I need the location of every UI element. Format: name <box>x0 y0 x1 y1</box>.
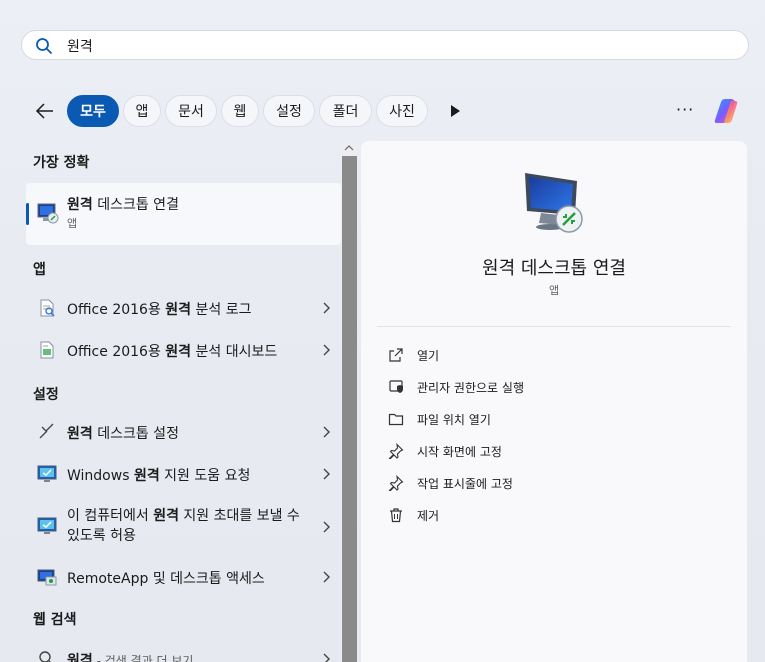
action-label: 관리자 권한으로 실행 <box>417 381 524 395</box>
remote-desktop-icon <box>37 203 59 224</box>
apps-heading: 앱 <box>33 262 46 278</box>
action-pin-to-start[interactable]: 시작 화면에 고정 <box>377 436 731 466</box>
list-item[interactable]: Windows 원격 지원 도움 요청 <box>26 457 341 491</box>
list-item[interactable]: 원격 데스크톱 설정 <box>26 415 341 449</box>
scrollbar-thumb[interactable] <box>342 156 357 662</box>
more-options-button[interactable]: ··· <box>676 100 694 119</box>
action-label: 제거 <box>417 509 440 523</box>
filter-chip-photos[interactable]: 사진 <box>376 95 428 127</box>
action-label: 파일 위치 열기 <box>417 413 491 427</box>
selection-indicator <box>26 203 29 225</box>
shield-icon <box>389 380 403 393</box>
filter-chip-all[interactable]: 모두 <box>67 95 119 127</box>
list-item-label: Windows 원격 지원 도움 요청 <box>67 468 251 484</box>
action-label: 작업 표시줄에 고정 <box>417 477 513 491</box>
search-icon <box>39 651 51 662</box>
open-external-icon <box>389 348 403 362</box>
trash-icon <box>390 508 402 523</box>
copilot-icon[interactable] <box>711 95 743 127</box>
search-input[interactable]: 원격 <box>67 36 93 56</box>
action-pin-to-taskbar[interactable]: 작업 표시줄에 고정 <box>377 468 731 498</box>
remote-settings-icon <box>39 423 54 439</box>
best-match-title: 원격 데스크톱 연결 <box>67 197 179 213</box>
filter-chip-settings[interactable]: 설정 <box>263 95 315 127</box>
chevron-right-icon[interactable] <box>321 520 331 534</box>
web-search-heading: 웹 검색 <box>33 612 77 628</box>
settings-heading: 설정 <box>33 387 59 403</box>
filter-bar: 모두 앱 문서 웹 설정 폴더 사진 ··· <box>0 94 765 128</box>
action-open[interactable]: 열기 <box>377 340 731 370</box>
list-item[interactable]: 이 컴퓨터에서 원격 지원 초대를 보낼 수 있도록 허용 <box>26 506 341 548</box>
remote-assistance-icon <box>37 465 57 482</box>
preview-subtitle: 앱 <box>548 284 560 297</box>
list-item-label: 원격 - 검색 결과 더 보기 <box>67 653 194 662</box>
chevron-right-icon[interactable] <box>321 652 331 662</box>
chevron-right-icon[interactable] <box>321 570 331 584</box>
best-match-item[interactable]: 원격 데스크톱 연결 앱 <box>26 183 341 245</box>
preview-panel: 원격 데스크톱 연결 앱 열기 관리자 권한으로 실행 파일 위치 열기 시작 … <box>361 141 747 662</box>
action-label: 시작 화면에 고정 <box>417 445 502 459</box>
action-run-as-admin[interactable]: 관리자 권한으로 실행 <box>377 372 731 402</box>
remote-desktop-icon <box>525 173 583 233</box>
dashboard-document-icon <box>40 341 54 359</box>
action-open-file-location[interactable]: 파일 위치 열기 <box>377 404 731 434</box>
best-match-subtitle: 앱 <box>67 217 78 230</box>
play-icon[interactable] <box>448 103 462 119</box>
search-box[interactable]: 원격 <box>21 30 749 60</box>
back-arrow-icon[interactable] <box>33 99 57 123</box>
preview-title: 원격 데스크톱 연결 <box>482 258 626 279</box>
list-item-label: 원격 데스크톱 설정 <box>67 426 179 442</box>
log-document-icon <box>40 299 55 317</box>
scroll-up-arrow-icon[interactable] <box>344 144 354 152</box>
folder-icon <box>388 413 404 426</box>
chevron-right-icon[interactable] <box>321 301 331 315</box>
action-uninstall[interactable]: 제거 <box>377 500 731 530</box>
list-item-label: Office 2016용 원격 분석 대시보드 <box>67 344 278 360</box>
list-item-label: 이 컴퓨터에서 원격 지원 초대를 보낼 수 있도록 허용 <box>67 508 300 544</box>
filter-chip-documents[interactable]: 문서 <box>165 95 217 127</box>
remoteapp-icon <box>37 569 57 586</box>
filter-chip-web[interactable]: 웹 <box>221 95 259 127</box>
best-match-heading: 가장 정확 <box>33 155 90 171</box>
search-icon <box>36 38 52 54</box>
chevron-right-icon[interactable] <box>321 425 331 439</box>
filter-chip-folders[interactable]: 폴더 <box>319 95 372 127</box>
pin-icon <box>388 443 404 459</box>
web-search-item[interactable]: 원격 - 검색 결과 더 보기 <box>26 642 341 662</box>
results-list: 가장 정확 원격 데스크톱 연결 앱 앱 Office 2016용 원격 분석 … <box>0 140 341 662</box>
filter-chip-apps[interactable]: 앱 <box>123 95 161 127</box>
divider <box>377 326 731 327</box>
list-item-label: Office 2016용 원격 분석 로그 <box>67 302 252 318</box>
list-item[interactable]: Office 2016용 원격 분석 대시보드 <box>26 333 341 367</box>
chevron-right-icon[interactable] <box>321 467 331 481</box>
pin-icon <box>388 475 404 491</box>
remote-assistance-icon <box>37 517 57 534</box>
action-label: 열기 <box>417 349 440 363</box>
scrollbar[interactable] <box>341 140 357 662</box>
list-item-label: RemoteApp 및 데스크톱 액세스 <box>67 571 265 587</box>
chevron-right-icon[interactable] <box>321 343 331 357</box>
list-item[interactable]: Office 2016용 원격 분석 로그 <box>26 291 341 325</box>
list-item[interactable]: RemoteApp 및 데스크톱 액세스 <box>26 560 341 594</box>
